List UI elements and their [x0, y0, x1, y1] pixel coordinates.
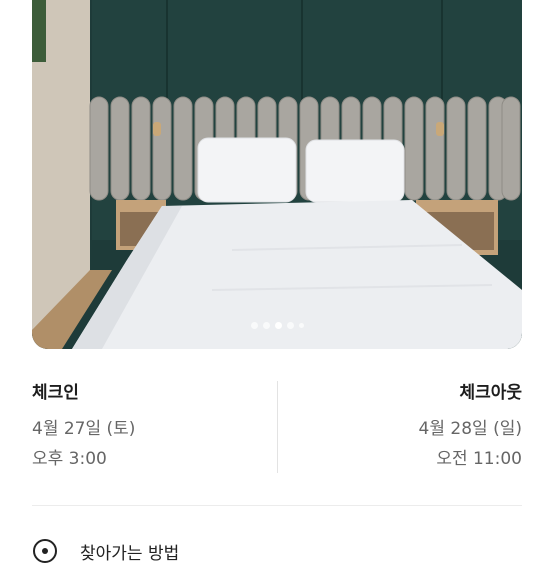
checkin-info: 체크인 4월 27일 (토) 오후 3:00 [32, 382, 252, 470]
checkin-time: 오후 3:00 [32, 449, 107, 469]
room-photo [32, 0, 522, 349]
checkin-title: 체크인 [32, 383, 79, 403]
carousel-dot[interactable] [286, 322, 294, 329]
checkout-info: 체크아웃 4월 28일 (일) 오전 11:00 [302, 382, 522, 470]
carousel-dot[interactable] [250, 322, 258, 329]
vertical-divider [277, 381, 278, 473]
checkin-date: 4월 27일 (토) [32, 419, 136, 439]
carousel-dot-active[interactable] [274, 322, 282, 329]
carousel-dot[interactable] [298, 323, 304, 328]
location-pin-icon [33, 539, 57, 563]
room-photo-carousel[interactable] [32, 0, 522, 349]
checkout-title: 체크아웃 [459, 383, 522, 403]
carousel-pager[interactable] [32, 322, 522, 329]
checkout-date: 4월 28일 (일) [418, 419, 522, 439]
section-divider [32, 505, 522, 506]
carousel-dot[interactable] [262, 322, 270, 329]
checkout-time: 오전 11:00 [436, 449, 522, 469]
directions-row[interactable]: 찾아가는 방법 [32, 538, 179, 564]
directions-label: 찾아가는 방법 [80, 543, 180, 564]
